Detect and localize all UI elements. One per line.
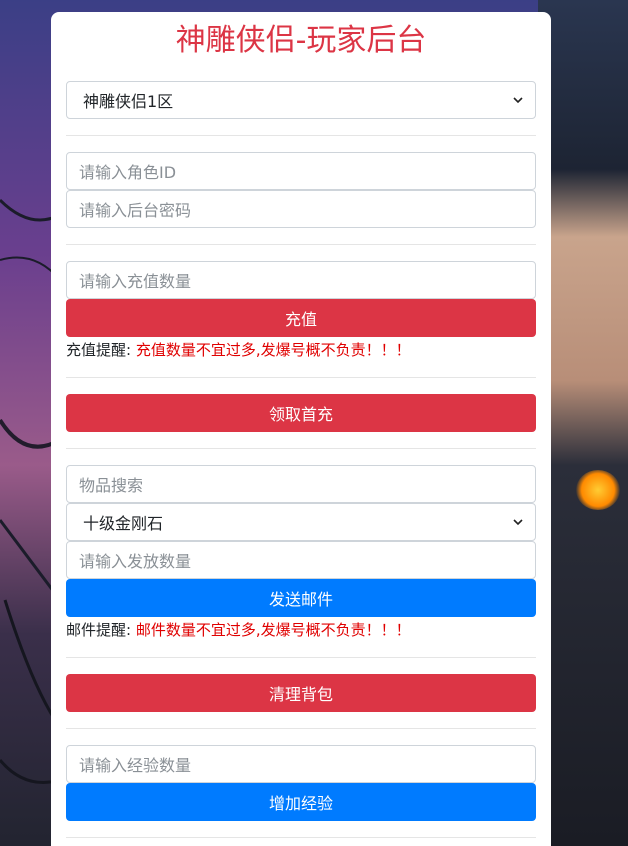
send-mail-button[interactable]: 发送邮件 [66, 579, 536, 617]
item-select-value: 十级金刚石 [83, 514, 164, 533]
section-divider [66, 837, 536, 838]
add-exp-button[interactable]: 增加经验 [66, 783, 536, 821]
character-figure-decoration [538, 0, 628, 846]
mail-note-warning: 邮件数量不宜过多,发爆号概不负责！！！ [135, 621, 411, 639]
first-recharge-button[interactable]: 领取首充 [66, 394, 536, 432]
section-divider [66, 377, 536, 378]
mail-quantity-input[interactable]: 请输入发放数量 [66, 541, 536, 579]
recharge-amount-input[interactable]: 请输入充值数量 [66, 261, 536, 299]
section-divider [66, 448, 536, 449]
glowing-orb-decoration [576, 470, 620, 510]
password-input[interactable]: 请输入后台密码 [66, 190, 536, 228]
server-select[interactable]: 神雕侠侣1区 [66, 81, 536, 119]
role-id-placeholder: 请输入角色ID [79, 163, 177, 182]
server-select-value: 神雕侠侣1区 [83, 92, 174, 111]
password-placeholder: 请输入后台密码 [79, 201, 192, 220]
recharge-button[interactable]: 充值 [66, 299, 536, 337]
mail-note: 邮件提醒: 邮件数量不宜过多,发爆号概不负责！！！ [66, 620, 411, 640]
chevron-down-icon [513, 519, 523, 526]
exp-amount-input[interactable]: 请输入经验数量 [66, 745, 536, 783]
item-search-placeholder: 物品搜索 [79, 476, 144, 495]
mail-quantity-placeholder: 请输入发放数量 [79, 552, 192, 571]
recharge-amount-placeholder: 请输入充值数量 [79, 272, 192, 291]
section-divider [66, 135, 536, 136]
page-title: 神雕侠侣-玩家后台 [175, 23, 427, 58]
item-select[interactable]: 十级金刚石 [66, 503, 536, 541]
admin-panel: 神雕侠侣-玩家后台 神雕侠侣1区 请输入角色ID 请输入后台密码 请输入充值数量… [51, 12, 551, 846]
role-id-input[interactable]: 请输入角色ID [66, 152, 536, 190]
recharge-note: 充值提醒: 充值数量不宜过多,发爆号概不负责！！！ [66, 340, 411, 360]
clear-bag-button[interactable]: 清理背包 [66, 674, 536, 712]
recharge-note-label: 充值提醒: [66, 341, 136, 359]
mail-note-label: 邮件提醒: [66, 621, 136, 639]
exp-amount-placeholder: 请输入经验数量 [79, 756, 192, 775]
section-divider [66, 728, 536, 729]
recharge-note-warning: 充值数量不宜过多,发爆号概不负责！！！ [135, 341, 411, 359]
section-divider [66, 244, 536, 245]
section-divider [66, 657, 536, 658]
chevron-down-icon [513, 97, 523, 104]
item-search-input[interactable]: 物品搜索 [66, 465, 536, 503]
